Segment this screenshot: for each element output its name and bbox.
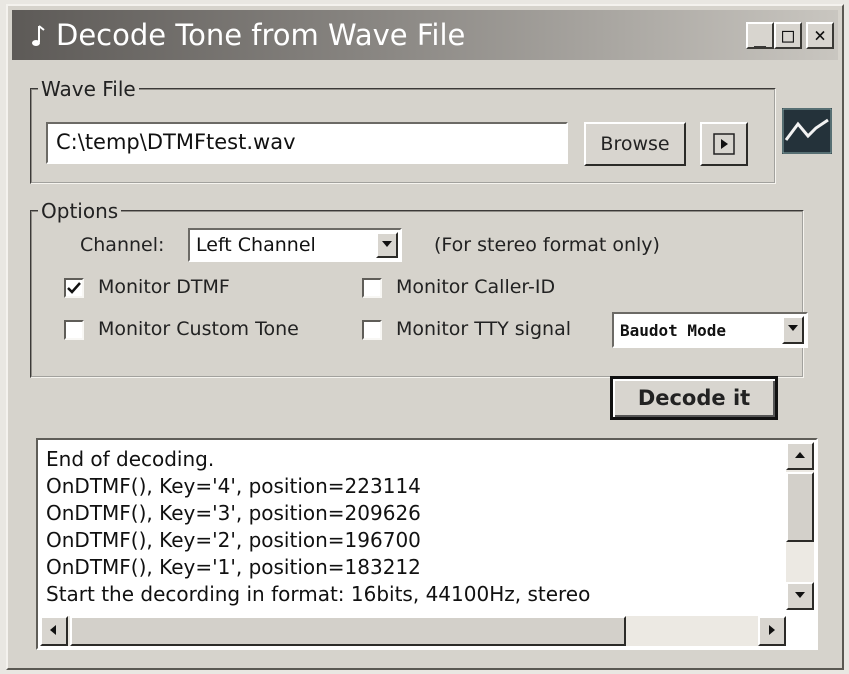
tone-app-icon xyxy=(32,25,45,46)
channel-select-value: Left Channel xyxy=(196,234,316,256)
log-line: Start the decording in format: 16bits, 4… xyxy=(46,582,591,606)
scroll-left-button[interactable] xyxy=(40,616,68,646)
scroll-down-button[interactable] xyxy=(786,582,814,610)
log-line: OnDTMF(), Key='1', position=183212 xyxy=(46,555,421,579)
monitor-caller-id-label[interactable]: Monitor Caller-ID xyxy=(396,276,555,298)
log-line: OnDTMF(), Key='3', position=209626 xyxy=(46,501,421,525)
monitor-tty-checkbox[interactable] xyxy=(362,320,382,340)
chevron-down-icon[interactable] xyxy=(376,232,398,258)
play-button[interactable] xyxy=(700,122,748,166)
channel-label: Channel: xyxy=(80,234,165,256)
log-line: OnDTMF(), Key='4', position=223114 xyxy=(46,474,421,498)
monitor-dtmf-label[interactable]: Monitor DTMF xyxy=(98,276,230,298)
monitor-tty-label[interactable]: Monitor TTY signal xyxy=(396,318,571,340)
options-legend: Options xyxy=(38,200,122,222)
wave-file-legend: Wave File xyxy=(38,78,139,100)
log-line: OnDTMF(), Key='2', position=196700 xyxy=(46,528,421,552)
play-icon xyxy=(713,133,735,155)
chevron-down-icon[interactable] xyxy=(782,316,804,344)
browse-button[interactable]: Browse xyxy=(584,122,686,166)
decode-log-output[interactable]: End of decoding. OnDTMF(), Key='4', posi… xyxy=(36,438,818,650)
wave-file-path-input[interactable]: C:\temp\DTMFtest.wav xyxy=(46,122,568,164)
vertical-scroll-thumb[interactable] xyxy=(786,472,814,542)
decode-log-lines: End of decoding. OnDTMF(), Key='4', posi… xyxy=(46,446,590,608)
monitor-custom-tone-checkbox[interactable] xyxy=(64,320,84,340)
channel-select[interactable]: Left Channel xyxy=(188,228,402,262)
close-button[interactable]: × xyxy=(806,22,834,49)
maximize-button[interactable]: □ xyxy=(774,22,802,49)
monitor-dtmf-checkbox[interactable] xyxy=(64,278,84,298)
check-icon xyxy=(67,282,81,294)
decode-button[interactable]: Decode it xyxy=(610,376,778,420)
window-title: Decode Tone from Wave File xyxy=(56,18,466,52)
minimize-button[interactable]: _ xyxy=(746,22,774,49)
log-line: End of decoding. xyxy=(46,447,215,471)
decode-tone-window: Decode Tone from Wave File _ □ × Wave Fi… xyxy=(6,4,844,670)
title-bar[interactable]: Decode Tone from Wave File _ □ × xyxy=(12,10,838,60)
scroll-up-button[interactable] xyxy=(786,442,814,470)
waveform-icon[interactable] xyxy=(782,108,832,154)
tty-mode-select[interactable]: Baudot Mode xyxy=(612,312,808,348)
monitor-caller-id-checkbox[interactable] xyxy=(362,278,382,298)
horizontal-scroll-thumb[interactable] xyxy=(70,616,626,646)
vertical-scrollbar[interactable] xyxy=(786,442,814,610)
scroll-right-button[interactable] xyxy=(758,616,786,646)
tty-mode-select-value: Baudot Mode xyxy=(620,321,726,340)
horizontal-scrollbar[interactable] xyxy=(40,616,786,646)
monitor-custom-tone-label[interactable]: Monitor Custom Tone xyxy=(98,318,299,340)
channel-note: (For stereo format only) xyxy=(434,234,660,256)
